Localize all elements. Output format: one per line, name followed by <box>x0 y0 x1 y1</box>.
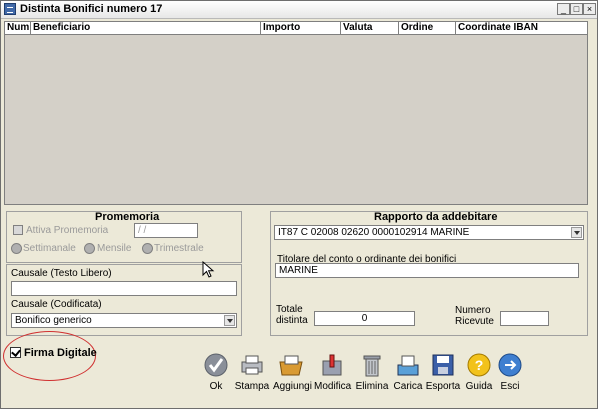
column-header-importo[interactable]: Importo <box>261 22 341 34</box>
exit-icon <box>497 353 523 377</box>
causale-codificata-label: Causale (Codificata) <box>11 299 102 310</box>
esci-label: Esci <box>500 381 520 392</box>
modifica-label: Modifica <box>314 381 352 392</box>
column-header-beneficiario[interactable]: Beneficiario <box>31 22 261 34</box>
esporta-button[interactable]: Esporta <box>425 353 461 392</box>
radio-settimanale[interactable] <box>11 243 22 254</box>
chevron-down-icon[interactable] <box>571 227 582 238</box>
app-icon <box>4 3 16 15</box>
floppy-icon <box>430 353 456 377</box>
load-icon <box>395 353 421 377</box>
rapporto-title: Rapporto da addebitare <box>374 211 498 223</box>
title-bar: Distinta Bonifici numero 17 _ □ × <box>1 1 597 19</box>
main-window: Distinta Bonifici numero 17 _ □ × Num Be… <box>0 0 598 409</box>
firma-digitale-checkbox[interactable] <box>10 347 21 358</box>
column-header-valuta[interactable]: Valuta <box>341 22 399 34</box>
totale-label-2: distinta <box>276 315 308 326</box>
radio-trimestrale[interactable] <box>142 243 153 254</box>
elimina-button[interactable]: Elimina <box>354 353 390 392</box>
column-header-ordine[interactable]: Ordine <box>399 22 456 34</box>
promemoria-title: Promemoria <box>95 211 160 223</box>
chevron-down-icon[interactable] <box>224 315 235 326</box>
ok-button[interactable]: Ok <box>198 353 234 392</box>
causale-libero-input[interactable] <box>11 281 237 296</box>
titolare-input[interactable]: MARINE <box>275 263 579 278</box>
promemoria-date-field[interactable]: / / <box>134 223 198 238</box>
column-header-iban[interactable]: Coordinate IBAN <box>456 22 587 34</box>
stampa-button[interactable]: Stampa <box>234 353 270 392</box>
esporta-label: Esporta <box>425 381 461 392</box>
totale-distinta-field[interactable]: 0 <box>314 311 415 326</box>
svg-text:?: ? <box>475 357 484 373</box>
rapporto-account-select[interactable]: IT87 C 02008 02620 0000102914 MARINE <box>274 225 584 240</box>
mouse-cursor-icon <box>202 261 215 278</box>
maximize-button[interactable]: □ <box>570 3 583 15</box>
radio-mensile[interactable] <box>84 243 95 254</box>
causale-codificata-value: Bonifico generico <box>15 315 92 326</box>
close-button[interactable]: × <box>583 3 596 15</box>
numero-label-2: Ricevute <box>455 316 494 327</box>
add-folder-icon <box>278 353 304 377</box>
esci-button[interactable]: Esci <box>492 353 528 392</box>
totale-label-1: Totale <box>276 304 303 315</box>
rapporto-account-value: IT87 C 02008 02620 0000102914 MARINE <box>278 227 470 238</box>
causale-libero-label: Causale (Testo Libero) <box>11 268 112 279</box>
table-header: Num Beneficiario Importo Valuta Ordine C… <box>5 22 587 35</box>
guida-label: Guida <box>465 381 493 392</box>
firma-digitale-label: Firma Digitale <box>24 347 97 359</box>
radio-mensile-label: Mensile <box>97 243 132 254</box>
window-title: Distinta Bonifici numero 17 <box>20 3 163 15</box>
help-icon: ? <box>466 353 492 377</box>
stampa-label: Stampa <box>234 381 270 392</box>
numero-label-1: Numero <box>455 305 491 316</box>
aggiungi-button[interactable]: Aggiungi <box>273 353 312 392</box>
aggiungi-label: Aggiungi <box>273 381 312 392</box>
column-header-num[interactable]: Num <box>5 22 31 34</box>
attiva-promemoria-label: Attiva Promemoria <box>26 225 109 236</box>
modifica-button[interactable]: Modifica <box>314 353 352 392</box>
edit-icon <box>319 353 345 377</box>
minimize-button[interactable]: _ <box>557 3 570 15</box>
attiva-promemoria-checkbox[interactable] <box>13 225 23 235</box>
radio-settimanale-label: Settimanale <box>23 243 76 254</box>
printer-icon <box>239 353 265 377</box>
trash-icon <box>359 353 385 377</box>
checkmark-icon <box>203 353 229 377</box>
ok-label: Ok <box>209 381 223 392</box>
numero-ricevute-field[interactable] <box>500 311 549 326</box>
carica-label: Carica <box>393 381 423 392</box>
radio-trimestrale-label: Trimestrale <box>154 243 204 254</box>
bonifici-table[interactable]: Num Beneficiario Importo Valuta Ordine C… <box>4 21 588 205</box>
causale-codificata-select[interactable]: Bonifico generico <box>11 313 237 328</box>
carica-button[interactable]: Carica <box>390 353 426 392</box>
elimina-label: Elimina <box>355 381 389 392</box>
